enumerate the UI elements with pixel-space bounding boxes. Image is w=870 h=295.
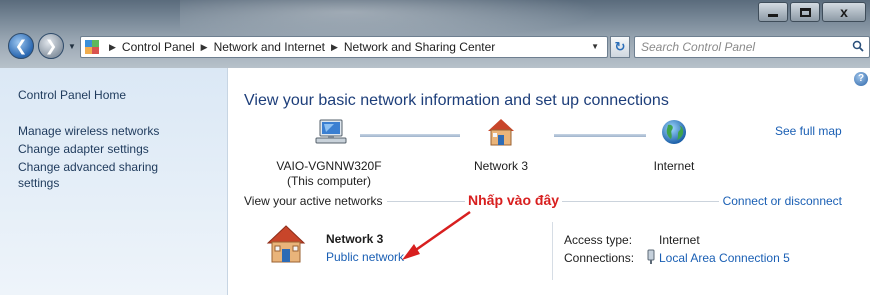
- back-button[interactable]: ❮: [8, 33, 34, 59]
- network-name: Network 3: [326, 232, 384, 246]
- access-type-value: Internet: [659, 233, 700, 247]
- control-panel-icon: [85, 40, 99, 54]
- maximize-button[interactable]: [790, 2, 820, 22]
- minimize-icon: [768, 13, 778, 17]
- ethernet-icon: [647, 249, 655, 264]
- back-arrow-icon: ❮: [14, 38, 28, 55]
- map-connector-line: [554, 134, 646, 137]
- annotation-arrow-icon: [402, 210, 471, 260]
- help-icon[interactable]: ?: [854, 72, 868, 86]
- node-computer-label: VAIO-VGNNW320F (This computer): [254, 159, 404, 189]
- close-icon: x: [840, 4, 848, 20]
- map-connector-line: [360, 134, 460, 137]
- node-computer-name: VAIO-VGNNW320F: [276, 159, 382, 173]
- active-networks-label: View your active networks: [244, 194, 387, 208]
- node-network-label[interactable]: Network 3: [461, 159, 541, 174]
- breadcrumb-network-and-internet[interactable]: Network and Internet: [214, 40, 325, 54]
- network-house-icon[interactable]: [266, 224, 306, 264]
- address-bar[interactable]: ▶ Control Panel ▶ Network and Internet ▶…: [80, 36, 608, 58]
- window-controls: x: [756, 2, 866, 22]
- computer-icon: [315, 119, 347, 144]
- connections-label: Connections:: [564, 251, 635, 265]
- forward-button[interactable]: ❯: [38, 33, 64, 59]
- annotation-text: Nhấp vào đây: [465, 192, 563, 208]
- recent-pages-dropdown[interactable]: ▼: [68, 42, 76, 51]
- refresh-button[interactable]: ↻: [610, 36, 630, 58]
- sidebar-item-manage-wireless[interactable]: Manage wireless networks: [18, 123, 227, 139]
- connect-or-disconnect-link[interactable]: Connect or disconnect: [718, 194, 842, 208]
- forward-arrow-icon: ❯: [44, 38, 58, 55]
- minimize-button[interactable]: [758, 2, 788, 22]
- globe-icon: [662, 120, 686, 144]
- breadcrumb-separator-icon[interactable]: ▶: [201, 42, 208, 53]
- breadcrumb-control-panel[interactable]: Control Panel: [122, 40, 195, 54]
- breadcrumb-separator-icon[interactable]: ▶: [331, 42, 338, 53]
- local-area-connection-link[interactable]: Local Area Connection 5: [659, 251, 790, 265]
- node-computer-sub: (This computer): [286, 174, 372, 188]
- page-title: View your basic network information and …: [244, 92, 669, 109]
- maximize-icon: [799, 7, 811, 17]
- search-input[interactable]: [634, 36, 870, 58]
- address-dropdown-icon[interactable]: ▼: [591, 42, 599, 51]
- house-icon: [488, 119, 514, 146]
- active-networks-header: View your active networks Nhấp vào đây C…: [244, 192, 842, 212]
- access-type-label: Access type:: [564, 233, 633, 247]
- sidebar: Control Panel Home Manage wireless netwo…: [0, 68, 228, 295]
- sidebar-item-advanced-sharing[interactable]: Change advanced sharing settings: [18, 159, 188, 191]
- see-full-map-link[interactable]: See full map: [775, 124, 842, 138]
- divider: [552, 222, 553, 280]
- sidebar-item-control-panel-home[interactable]: Control Panel Home: [18, 88, 227, 102]
- refresh-icon: ↻: [614, 39, 626, 54]
- close-button[interactable]: x: [822, 2, 866, 22]
- breadcrumb-separator-icon: ▶: [109, 41, 116, 52]
- title-bar: x ❮ ❯ ▼ ▶ Control Panel ▶ Network and In…: [0, 0, 870, 68]
- breadcrumb-network-sharing-center[interactable]: Network and Sharing Center: [344, 40, 495, 54]
- node-internet-label: Internet: [653, 159, 695, 173]
- search-icon[interactable]: [852, 40, 864, 52]
- sidebar-item-change-adapter[interactable]: Change adapter settings: [18, 141, 227, 157]
